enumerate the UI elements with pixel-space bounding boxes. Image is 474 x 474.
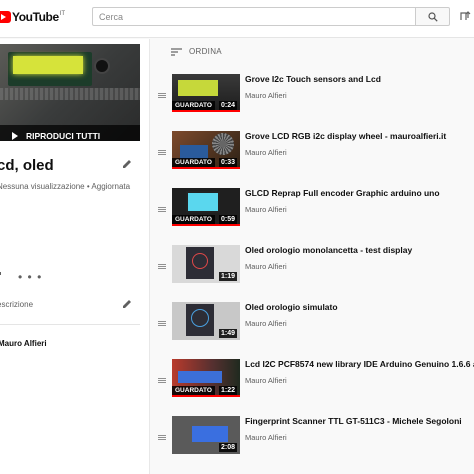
video-thumbnail[interactable]: GUARDATO 1:22 [172,359,240,397]
playlist-sidebar: RIPRODUCI TUTTI cd, oled Nessuna visuali… [0,39,150,474]
sidebar-divider [0,324,140,325]
playlist-video-item[interactable]: GUARDATO 1:22 Lcd I2C PCF8574 new librar… [156,355,474,412]
video-duration: 1:19 [218,272,237,281]
drag-handle-icon[interactable] [158,93,166,98]
video-thumbnail[interactable]: GUARDATO 0:24 [172,74,240,112]
drag-handle-icon[interactable] [158,378,166,383]
lcd-image [178,80,218,96]
search-input[interactable]: Cerca [92,7,416,26]
glcd-image [186,191,220,213]
playlist-video-item[interactable]: GUARDATO 0:24 Grove I2c Touch sensors an… [156,70,474,127]
video-author[interactable]: Mauro Alfieri [245,262,287,271]
lcd-image [180,145,208,159]
wheel-image [212,133,234,155]
video-title[interactable]: Oled orologio monolancetta - test displa… [245,245,474,255]
video-thumbnail[interactable]: 2:08 [172,416,240,454]
description-label: escrizione [0,300,34,309]
video-duration: 0:59 [218,215,237,224]
search-button[interactable] [416,7,450,26]
video-thumbnail[interactable]: 1:19 [172,245,240,283]
playlist-title: cd, oled [0,157,54,174]
video-duration: 0:33 [218,158,237,167]
play-icon [12,132,18,140]
youtube-play-icon [0,11,11,23]
drag-handle-icon[interactable] [158,321,166,326]
video-duration: 0:24 [218,101,237,110]
video-title[interactable]: Fingerprint Scanner TTL GT-511C3 - Miche… [245,416,474,426]
clock-face-image [191,309,209,327]
edit-title-icon[interactable] [122,159,132,169]
youtube-logo[interactable]: YouTube IT [0,10,65,24]
video-thumbnail[interactable]: 1:49 [172,302,240,340]
more-options-button[interactable]: • • • [18,270,42,284]
playlist-video-item[interactable]: 2:08 Fingerprint Scanner TTL GT-511C3 - … [156,412,474,469]
watched-badge: GUARDATO [172,101,215,110]
play-all-button[interactable]: RIPRODUCI TUTTI [0,125,140,141]
upload-icon[interactable] [459,10,473,22]
video-author[interactable]: Mauro Alfieri [245,205,287,214]
watched-badge: GUARDATO [172,386,215,395]
sort-label: ORDINA [189,47,222,56]
playlist-owner[interactable]: Mauro Alfieri [0,339,47,348]
video-author[interactable]: Mauro Alfieri [245,376,287,385]
lcd-image [192,426,228,442]
logo-country: IT [59,11,66,17]
playlist-meta: Nessuna visualizzazione • Aggiornata [0,182,131,191]
playlist-video-item[interactable]: 1:19 Oled orologio monolancetta - test d… [156,241,474,298]
video-title[interactable]: Lcd I2C PCF8574 new library IDE Arduino … [245,359,474,369]
video-duration: 1:22 [218,386,237,395]
play-all-label: RIPRODUCI TUTTI [26,131,101,141]
watched-badge: GUARDATO [172,215,215,224]
video-title[interactable]: Grove I2c Touch sensors and Lcd [245,74,474,84]
video-thumbnail[interactable]: GUARDATO 0:59 [172,188,240,226]
knob-image [94,58,110,74]
breadboard-image [0,88,140,100]
edit-description-icon[interactable] [122,299,132,309]
shuffle-icon[interactable] [0,272,1,275]
sort-icon [171,47,182,56]
video-author[interactable]: Mauro Alfieri [245,319,287,328]
video-title[interactable]: Oled orologio simulato [245,302,474,312]
playlist-thumbnail[interactable]: RIPRODUCI TUTTI [0,44,140,141]
video-duration: 2:08 [218,443,237,452]
playlist-video-item[interactable]: 1:49 Oled orologio simulato Mauro Alfier… [156,298,474,355]
video-author[interactable]: Mauro Alfieri [245,433,287,442]
clock-face-image [192,253,208,269]
drag-handle-icon[interactable] [158,264,166,269]
top-bar: YouTube IT Cerca [0,0,474,38]
video-duration: 1:49 [218,329,237,338]
video-title[interactable]: GLCD Reprap Full encoder Graphic arduino… [245,188,474,198]
video-author[interactable]: Mauro Alfieri [245,91,287,100]
watch-progress-bar [172,167,240,169]
playlist-video-item[interactable]: GUARDATO 0:33 Grove LCD RGB i2c display … [156,127,474,184]
watched-badge: GUARDATO [172,158,215,167]
watch-progress-bar [172,224,240,226]
sort-button[interactable]: ORDINA [171,47,222,56]
watch-progress-bar [172,110,240,112]
lcd-screen-image [13,56,83,74]
drag-handle-icon[interactable] [158,150,166,155]
logo-text: YouTube [12,10,59,24]
lcd-image [178,371,222,383]
video-thumbnail[interactable]: GUARDATO 0:33 [172,131,240,169]
drag-handle-icon[interactable] [158,207,166,212]
drag-handle-icon[interactable] [158,435,166,440]
watch-progress-bar [172,395,240,397]
video-author[interactable]: Mauro Alfieri [245,148,287,157]
playlist-video-item[interactable]: GUARDATO 0:59 GLCD Reprap Full encoder G… [156,184,474,241]
search-icon [428,12,438,22]
video-title[interactable]: Grove LCD RGB i2c display wheel - mauroa… [245,131,474,141]
